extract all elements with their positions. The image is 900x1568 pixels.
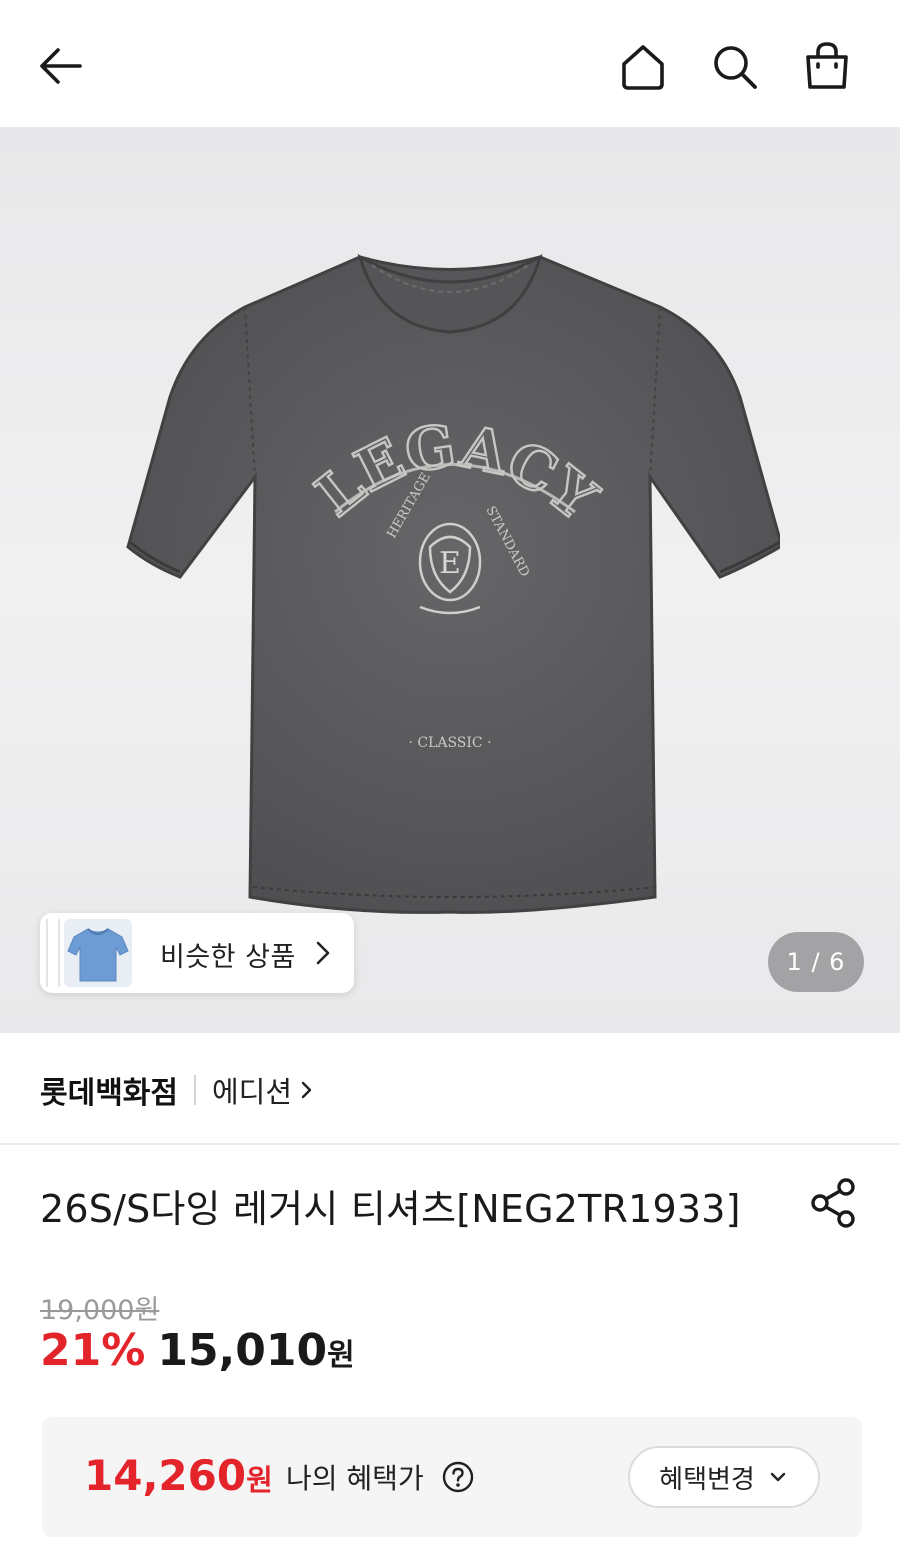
home-icon <box>622 45 664 90</box>
benefit-price-unit: 원 <box>246 1463 273 1497</box>
share-button[interactable] <box>806 1175 862 1231</box>
chevron-right-icon <box>301 1081 312 1099</box>
svg-text:E: E <box>439 546 461 581</box>
home-button[interactable] <box>612 38 674 96</box>
back-button[interactable] <box>30 40 90 92</box>
change-benefit-button[interactable]: 혜택변경 <box>628 1446 820 1508</box>
image-page-indicator: 1 / 6 <box>768 932 864 992</box>
product-title: 26S/S다잉 레거시 티셔츠[NEG2TR1933] <box>40 1187 741 1231</box>
search-button[interactable] <box>704 38 766 96</box>
original-price: 19,000원 <box>40 1295 160 1326</box>
price-unit: 원 <box>327 1338 355 1373</box>
sub-brand-link[interactable]: 에디션 <box>212 1069 292 1111</box>
price-row: 21% 15,010 원 <box>40 1325 355 1376</box>
search-icon <box>714 46 757 89</box>
similar-product-thumbnail <box>64 919 132 987</box>
cart-button[interactable] <box>796 36 858 96</box>
card-stack-edge <box>46 919 60 987</box>
benefit-price: 14,260원 <box>84 1451 273 1500</box>
chevron-right-icon <box>316 941 330 965</box>
change-benefit-label: 혜택변경 <box>659 1464 755 1495</box>
shopping-bag-icon <box>806 42 848 89</box>
product-image-gallery[interactable]: LEGACY E HERITAGE STANDARD · CLASSIC · 비… <box>0 127 900 1033</box>
product-image: LEGACY E HERITAGE STANDARD · CLASSIC · <box>126 253 780 914</box>
discount-rate: 21% <box>40 1325 146 1376</box>
brand-divider <box>194 1075 196 1105</box>
store-name: 롯데백화점 <box>40 1076 178 1111</box>
similar-products-button[interactable]: 비슷한 상품 <box>40 913 354 993</box>
arrow-left-icon <box>40 48 82 84</box>
my-benefit-box: 14,260원 나의 혜택가 혜택변경 <box>42 1417 862 1537</box>
similar-products-label: 비슷한 상품 <box>160 942 296 973</box>
benefit-label: 나의 혜택가 <box>286 1462 424 1495</box>
chevron-down-icon <box>770 1472 786 1482</box>
brand-row: 롯데백화점 에디션 <box>40 1065 316 1115</box>
share-icon <box>811 1178 855 1228</box>
svg-text:· CLASSIC ·: · CLASSIC · <box>408 735 491 751</box>
section-divider <box>0 1143 900 1145</box>
question-circle-icon[interactable] <box>442 1461 474 1493</box>
sale-price: 15,010 <box>157 1325 328 1376</box>
top-bar <box>0 0 900 127</box>
benefit-price-value: 14,260 <box>84 1451 247 1500</box>
